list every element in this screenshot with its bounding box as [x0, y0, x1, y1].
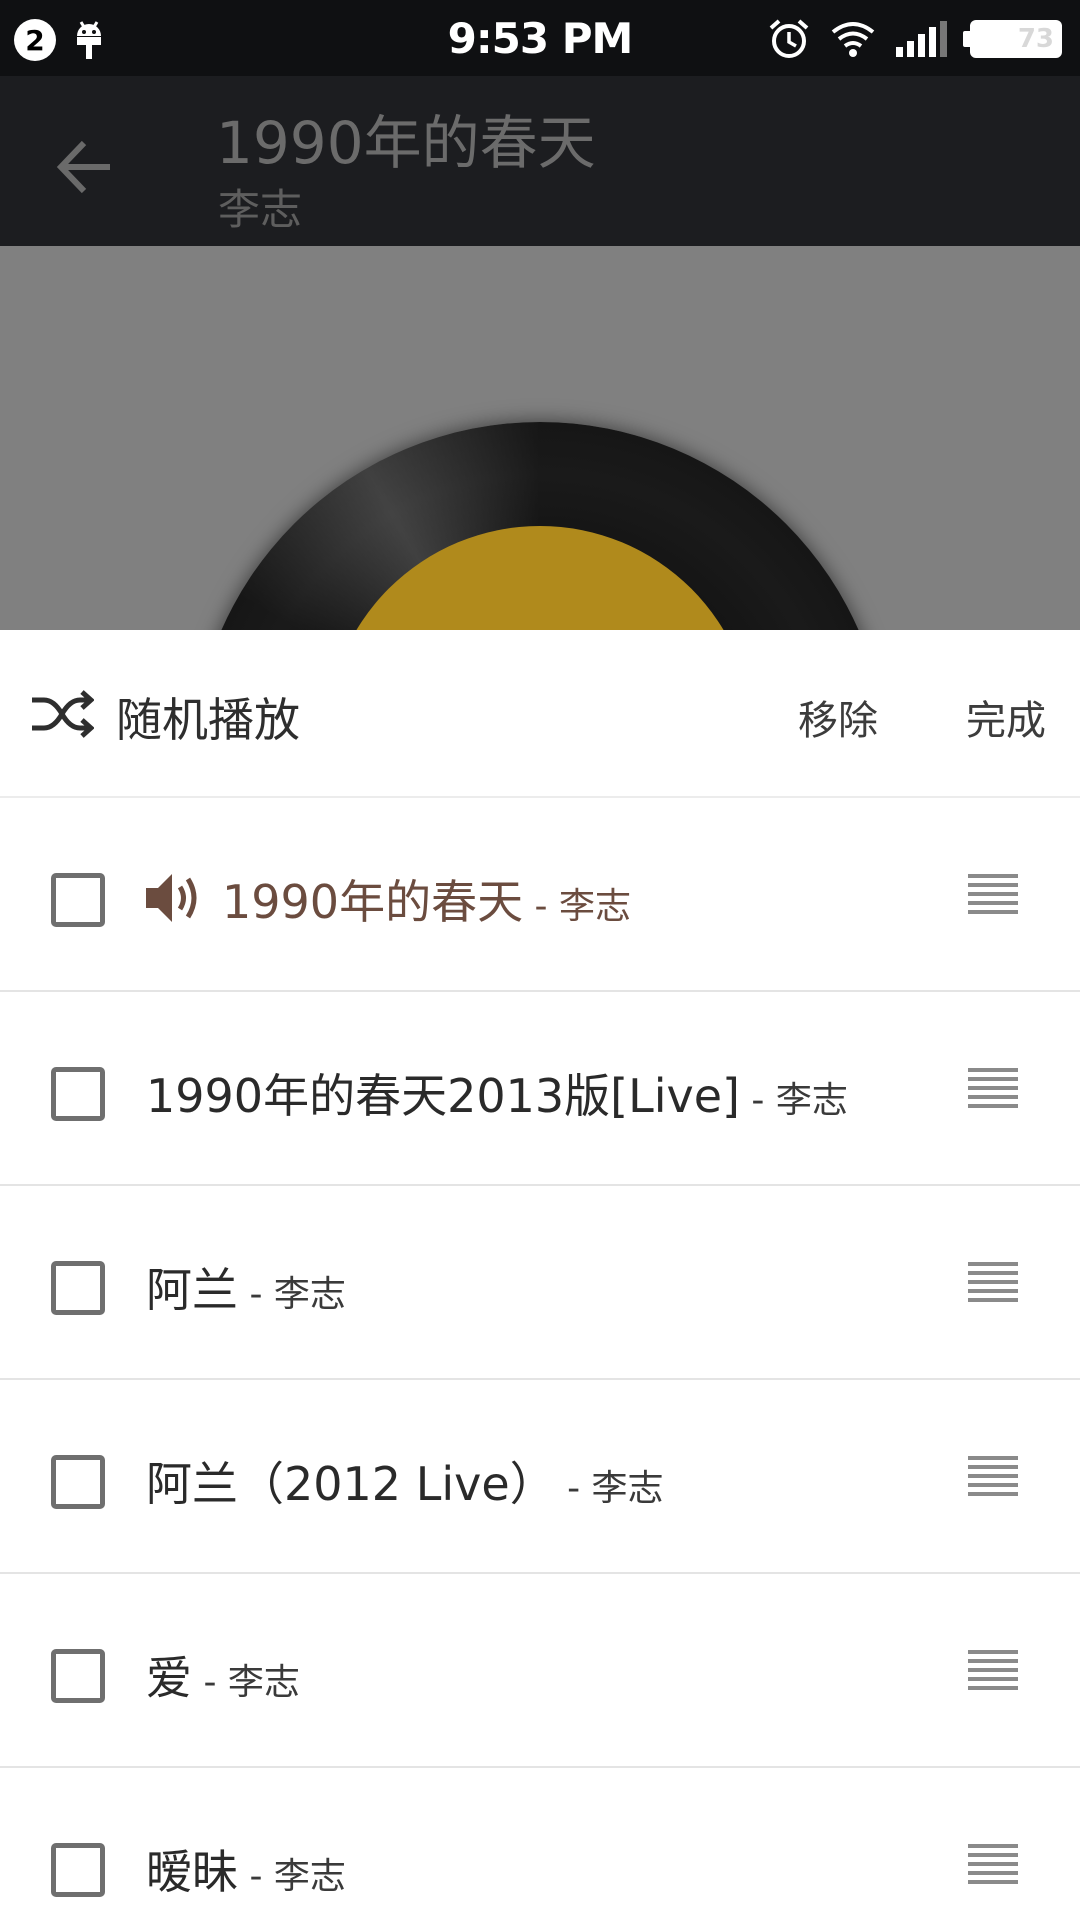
done-button[interactable]: 完成 [966, 688, 1046, 746]
battery-icon: 73 [963, 20, 1062, 58]
song-item-title: 阿兰 [146, 1263, 238, 1317]
song-item-artist: - 李志 [555, 1468, 664, 1509]
shuffle-play-button[interactable]: 随机播放 [116, 684, 300, 750]
song-text: 1990年的春天 - 李志 [222, 866, 631, 932]
now-playing-header: 1990年的春天 李志 [0, 76, 1080, 246]
alarm-icon [769, 19, 809, 58]
drag-handle-icon[interactable] [968, 1650, 1018, 1692]
drag-handle-icon[interactable] [968, 1456, 1018, 1498]
select-checkbox[interactable] [51, 1843, 105, 1897]
list-item[interactable]: 阿兰（2012 Live） - 李志 [0, 1380, 1080, 1574]
select-checkbox[interactable] [51, 1067, 105, 1121]
select-checkbox[interactable] [51, 1455, 105, 1509]
wifi-icon [831, 22, 875, 57]
list-item[interactable]: 阿兰 - 李志 [0, 1186, 1080, 1380]
song-item-artist: - 李志 [523, 886, 631, 927]
song-item-title: 1990年的春天 [222, 875, 524, 929]
song-text: 阿兰 - 李志 [146, 1254, 346, 1320]
drag-handle-icon[interactable] [968, 1844, 1018, 1886]
artist-name: 李志 [218, 185, 303, 234]
list-item[interactable]: 1990年的春天 - 李志 [0, 798, 1080, 992]
remove-button[interactable]: 移除 [798, 688, 878, 746]
vinyl-record [192, 422, 888, 630]
song-text: 阿兰（2012 Live） - 李志 [146, 1448, 664, 1514]
shuffle-icon[interactable] [30, 688, 94, 740]
song-item-title: 爱 [146, 1651, 192, 1705]
song-text: 爱 - 李志 [146, 1642, 300, 1708]
drag-handle-icon[interactable] [968, 1262, 1018, 1304]
list-item[interactable]: 爱 - 李志 [0, 1574, 1080, 1768]
song-item-title: 1990年的春天2013版[Live] [146, 1069, 740, 1123]
song-text: 1990年的春天2013版[Live] - 李志 [146, 1060, 848, 1126]
back-arrow-icon[interactable] [50, 132, 120, 202]
drag-handle-icon[interactable] [968, 1068, 1018, 1110]
song-list: 1990年的春天 - 李志 1990年的春天2013版[Live] - 李志 阿… [0, 798, 1080, 1920]
song-item-title: 阿兰（2012 Live） [146, 1457, 556, 1511]
speaker-playing-icon [146, 874, 197, 922]
list-item[interactable]: 1990年的春天2013版[Live] - 李志 [0, 992, 1080, 1186]
song-item-artist: - 李志 [739, 1080, 848, 1121]
select-checkbox[interactable] [51, 1261, 105, 1315]
song-text: 暧昧 - 李志 [146, 1836, 346, 1902]
select-checkbox[interactable] [51, 873, 105, 927]
song-item-artist: - 李志 [192, 1662, 300, 1703]
song-item-artist: - 李志 [238, 1274, 346, 1315]
drag-handle-icon[interactable] [968, 874, 1018, 916]
playlist-sheet: 随机播放 移除 完成 1990年的春天 - 李志 1990年的春天2013版[L… [0, 630, 1080, 1920]
song-item-artist: - 李志 [238, 1856, 346, 1897]
signal-icon [896, 21, 947, 57]
album-art-area [0, 246, 1080, 630]
status-bar: 2 9:53 PM 73 [0, 0, 1080, 76]
select-checkbox[interactable] [51, 1649, 105, 1703]
song-title: 1990年的春天 [216, 109, 596, 177]
list-item[interactable]: 暧昧 - 李志 [0, 1768, 1080, 1920]
song-item-title: 暧昧 [146, 1845, 238, 1899]
playlist-toolbar: 随机播放 移除 完成 [0, 630, 1080, 798]
status-right: 73 [768, 18, 1062, 60]
